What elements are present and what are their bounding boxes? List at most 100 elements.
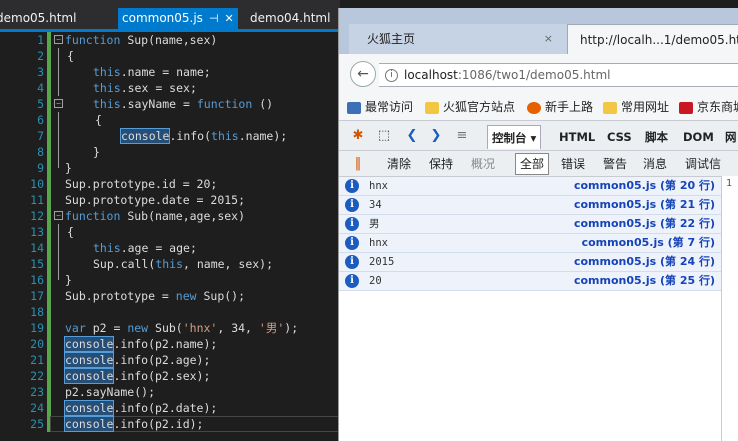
line-number: 22	[30, 369, 44, 383]
site-info-icon[interactable]: i	[385, 69, 398, 82]
line-number: 20	[30, 337, 44, 351]
back-button[interactable]: ←	[350, 61, 376, 87]
log-entry: i 2015 common05.js (第 24 行)	[339, 253, 721, 272]
url-bar[interactable]: i localhost:1086/two1/demo05.html	[379, 63, 738, 87]
bookmark-common-sites[interactable]: 常用网址	[603, 94, 669, 120]
code-line: 2{	[0, 48, 340, 64]
persist-button[interactable]: 保持	[429, 152, 453, 176]
bookmark-getting-started[interactable]: 新手上路	[527, 94, 593, 120]
console-filter-bar: ‖ 清除 保持 概况 全部 错误 警告 消息 调试信	[339, 150, 738, 176]
line-number: 16	[30, 273, 44, 287]
collapse-icon[interactable]: −	[54, 99, 63, 108]
log-entry: i hnx common05.js (第 7 行)	[339, 234, 721, 253]
code-line: 13{	[0, 224, 340, 240]
folder-icon	[425, 101, 439, 114]
bookmark-firefox-official[interactable]: 火狐官方站点	[425, 94, 515, 120]
code-line: 6{	[0, 112, 340, 128]
code-line: 9}	[0, 160, 340, 176]
info-icon: i	[345, 274, 359, 288]
log-entry: i 20 common05.js (第 25 行)	[339, 272, 721, 291]
filter-debug[interactable]: 调试信	[685, 152, 721, 176]
log-source-link[interactable]: common05.js (第 7 行)	[582, 234, 715, 252]
filter-all[interactable]: 全部	[515, 153, 550, 175]
log-source-link[interactable]: common05.js (第 20 行)	[574, 177, 715, 195]
command-editor-icon[interactable]: ≡	[453, 127, 471, 145]
line-number: 1	[37, 33, 44, 47]
code-line: 5− this.sayName = function ()	[0, 96, 340, 112]
bookmark-label: 京东商城	[697, 100, 738, 114]
line-number: 19	[30, 321, 44, 335]
code-line: 10 Sup.prototype.id = 20;	[0, 176, 340, 192]
tab-html[interactable]: HTML	[559, 125, 595, 149]
tab-script[interactable]: 脚本	[645, 125, 668, 149]
log-message: hnx	[369, 237, 388, 249]
profile-button[interactable]: 概况	[471, 152, 495, 176]
log-source-link[interactable]: common05.js (第 24 行)	[574, 253, 715, 271]
firebug-icon[interactable]: ✱	[349, 127, 367, 145]
tab-dom[interactable]: DOM	[683, 125, 714, 149]
tab-demo04-html[interactable]: demo04.html	[250, 8, 330, 29]
log-source-link[interactable]: common05.js (第 21 行)	[574, 196, 715, 214]
log-source-link[interactable]: common05.js (第 22 行)	[574, 215, 715, 233]
browser-tab-home[interactable]: 火狐主页 ×	[349, 24, 571, 54]
forward-nav-icon[interactable]: ❯	[427, 127, 445, 145]
browser-window: 火狐主页× http://localh...1/demo05.html ← il…	[338, 8, 738, 441]
code-line: 3 this.name = name;	[0, 64, 340, 80]
tab-label: HTML	[559, 130, 596, 144]
bookmark-most-visited[interactable]: 最常访问	[347, 94, 413, 120]
code-line: 14 this.age = age;	[0, 240, 340, 256]
line-number: 5	[37, 97, 44, 111]
back-nav-icon[interactable]: ❮	[403, 127, 421, 145]
command-line-pane[interactable]: 1	[721, 176, 738, 441]
line-number: 10	[30, 177, 44, 191]
bookmark-icon	[347, 101, 361, 114]
line-number: 2	[37, 49, 44, 63]
firefox-icon	[527, 101, 541, 114]
tab-console[interactable]: 控制台 ▾	[487, 125, 542, 149]
code-line: 23 p2.sayName();	[0, 384, 340, 400]
code-area[interactable]: 1− function Sup(name,sex) 2{ 3 this.name =…	[0, 32, 340, 441]
line-number: 15	[30, 257, 44, 271]
log-message: 2015	[369, 256, 395, 268]
tab-label: 脚本	[645, 130, 668, 144]
code-line: 22 console.info(p2.sex);	[0, 368, 340, 384]
code-line: 4 this.sex = sex;	[0, 80, 340, 96]
info-icon: i	[345, 217, 359, 231]
tab-label: DOM	[683, 130, 714, 144]
code-line: 25 console.info(p2.id);	[0, 416, 340, 432]
pin-icon[interactable]: ⊣	[209, 12, 219, 25]
inspect-icon[interactable]: ⬚	[375, 127, 393, 145]
collapse-icon[interactable]: −	[54, 211, 63, 220]
collapse-icon[interactable]: −	[54, 35, 63, 44]
bookmark-jd[interactable]: 京东商城	[679, 94, 738, 120]
break-on-error-icon[interactable]: ‖	[349, 155, 367, 173]
editor-tab-bar: demo05.html common05.js ⊣ ✕ demo04.html	[0, 0, 340, 29]
tab-demo05-html[interactable]: demo05.html	[0, 8, 76, 29]
code-line: 15 Sup.call(this, name, sex);	[0, 256, 340, 272]
filter-warnings[interactable]: 警告	[603, 152, 627, 176]
code-line: 8}	[0, 144, 340, 160]
close-tab-icon[interactable]: ×	[544, 24, 553, 54]
line-number: 11	[30, 193, 44, 207]
clear-button[interactable]: 清除	[387, 152, 411, 176]
tab-css[interactable]: CSS	[607, 125, 632, 149]
log-source-link[interactable]: common05.js (第 25 行)	[574, 272, 715, 290]
code-line: 20 console.info(p2.name);	[0, 336, 340, 352]
line-number: 4	[37, 81, 44, 95]
code-editor: demo05.html common05.js ⊣ ✕ demo04.html 1 −…	[0, 0, 340, 441]
browser-tab-demo05[interactable]: http://localh...1/demo05.html	[567, 24, 738, 54]
filter-info[interactable]: 消息	[643, 152, 667, 176]
log-message: 20	[369, 275, 382, 287]
bookmark-label: 常用网址	[621, 100, 670, 114]
tab-label: 网	[725, 130, 737, 144]
filter-errors[interactable]: 错误	[561, 152, 585, 176]
close-icon[interactable]: ✕	[225, 12, 234, 25]
tab-label: 控制台 ▾	[492, 131, 537, 145]
log-message: 男	[369, 218, 380, 230]
tab-common05-js[interactable]: common05.js ⊣ ✕	[118, 8, 238, 29]
tab-net[interactable]: 网	[725, 125, 737, 149]
line-number: 14	[30, 241, 44, 255]
jd-icon	[679, 101, 693, 114]
bookmarks-toolbar: 最常访问 火狐官方站点 新手上路 常用网址 京东商城	[339, 94, 738, 120]
tab-title: http://localh...1/demo05.html	[580, 33, 738, 47]
